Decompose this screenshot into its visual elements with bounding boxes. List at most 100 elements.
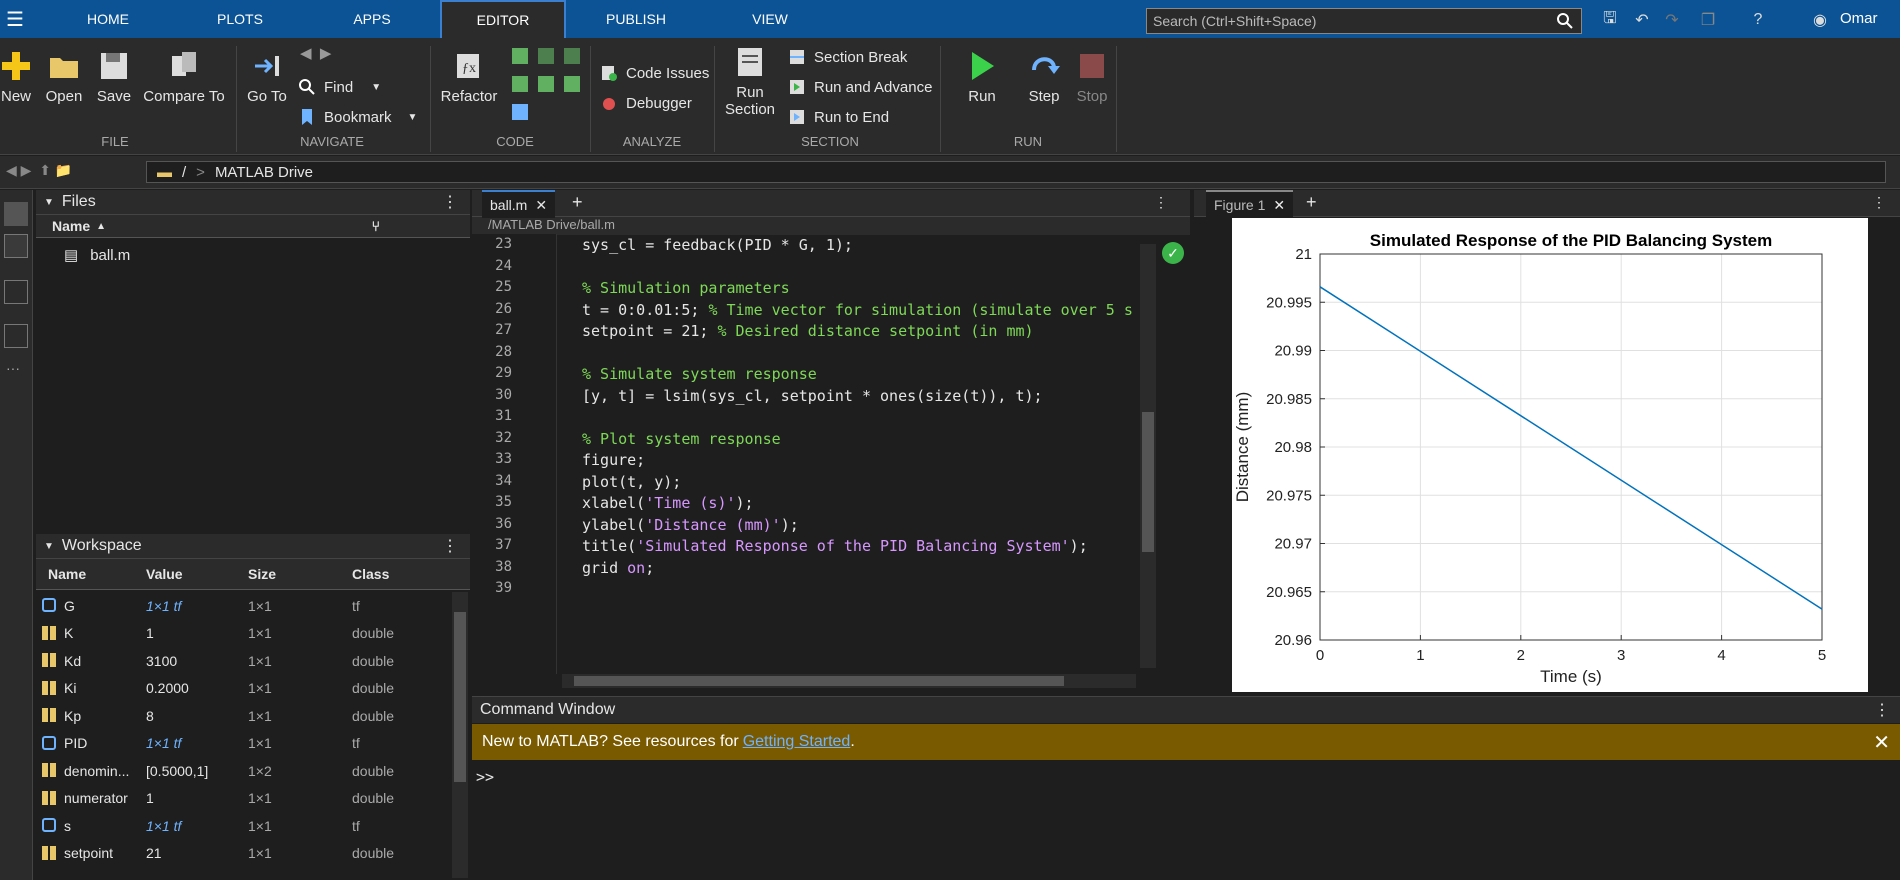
table-row[interactable]: Kd 3100 1×1 double bbox=[36, 647, 450, 674]
code-line[interactable]: % Plot system response bbox=[582, 430, 1136, 448]
matrix-icon bbox=[42, 763, 56, 777]
collapse-icon[interactable]: ▼ bbox=[44, 197, 54, 208]
close-icon[interactable]: ✕ bbox=[1873, 730, 1890, 755]
table-row[interactable]: G 1×1 tf 1×1 tf bbox=[36, 592, 450, 619]
code-line[interactable]: t = 0:0.01:5; % Time vector for simulati… bbox=[582, 301, 1136, 319]
tab-plots[interactable]: PLOTS bbox=[190, 0, 290, 38]
code-issues-button[interactable]: Code Issues bbox=[600, 64, 709, 82]
hamburger-menu-icon[interactable]: ☰ bbox=[0, 0, 30, 38]
help-icon[interactable]: ? bbox=[1746, 8, 1770, 32]
addons-icon[interactable] bbox=[4, 324, 28, 348]
redo-icon[interactable]: ↷ bbox=[1660, 8, 1684, 32]
code-line[interactable]: xlabel('Time (s)'); bbox=[582, 494, 1136, 512]
bookmark-button[interactable]: Bookmark ▼ bbox=[298, 108, 417, 126]
figure-canvas[interactable]: 0 1 2 3 4 5 20.96 20.965 20.97 20.975 20.98 20.985 2… bbox=[1232, 218, 1868, 692]
more-icon[interactable]: ··· bbox=[6, 360, 20, 376]
new-tab-icon[interactable]: + bbox=[1306, 192, 1317, 213]
code-line[interactable]: sys_cl = feedback(PID * G, 1); bbox=[582, 236, 1136, 254]
refactor-button[interactable]: ƒx Refactor bbox=[440, 50, 498, 105]
panel-menu-icon[interactable]: ⋮ bbox=[442, 536, 458, 556]
run-button[interactable]: Run bbox=[964, 50, 1000, 105]
line-number: 25 bbox=[495, 279, 512, 295]
ws-col-name[interactable]: Name bbox=[48, 566, 86, 582]
step-button[interactable]: Step bbox=[1024, 50, 1064, 105]
table-row[interactable]: Ki 0.2000 1×1 double bbox=[36, 675, 450, 702]
tab-home[interactable]: HOME bbox=[58, 0, 158, 38]
code-line[interactable]: plot(t, y); bbox=[582, 473, 1136, 491]
tab-view[interactable]: VIEW bbox=[720, 0, 820, 38]
run-advance-button[interactable]: Run and Advance bbox=[788, 78, 932, 96]
panel-menu-icon[interactable]: ⋮ bbox=[1874, 700, 1890, 720]
section-break-button[interactable]: Section Break bbox=[788, 48, 907, 66]
user-name[interactable]: Omar bbox=[1840, 10, 1878, 27]
panel-menu-icon[interactable]: ⋮ bbox=[442, 192, 458, 212]
code-line[interactable]: % Simulation parameters bbox=[582, 279, 1136, 297]
workspace-scrollbar[interactable] bbox=[452, 592, 468, 878]
close-icon[interactable]: ✕ bbox=[535, 197, 547, 214]
close-icon[interactable]: ✕ bbox=[1273, 197, 1285, 214]
ws-value: 1×1 tf bbox=[146, 817, 182, 834]
table-row[interactable]: numerator 1 1×1 double bbox=[36, 785, 450, 812]
code-line[interactable]: title('Simulated Response of the PID Bal… bbox=[582, 537, 1136, 555]
tab-publish[interactable]: PUBLISH bbox=[586, 0, 686, 38]
files-col-name[interactable]: Name bbox=[52, 218, 90, 234]
code-line[interactable]: setpoint = 21; % Desired distance setpoi… bbox=[582, 322, 1136, 340]
save-button[interactable]: Save bbox=[94, 50, 134, 105]
collapse-icon[interactable]: ▼ bbox=[44, 541, 54, 552]
getting-started-link[interactable]: Getting Started bbox=[743, 733, 851, 751]
open-button[interactable]: Open bbox=[44, 50, 84, 105]
goto-button[interactable]: Go To bbox=[244, 50, 290, 105]
back-forward-icons[interactable]: ◀ ▶ ⬆ 📁 bbox=[6, 162, 72, 179]
table-row[interactable]: denomin... [0.5000,1] 1×2 double bbox=[36, 757, 450, 784]
code-line[interactable]: grid on; bbox=[582, 559, 1136, 577]
find-button[interactable]: Find ▼ bbox=[298, 78, 381, 96]
table-row[interactable]: Kp 8 1×1 double bbox=[36, 702, 450, 729]
path-folder[interactable]: MATLAB Drive bbox=[215, 164, 313, 181]
ws-col-class[interactable]: Class bbox=[352, 566, 389, 582]
path-root[interactable]: / bbox=[182, 164, 186, 181]
editor-tab[interactable]: ball.m ✕ bbox=[482, 190, 556, 218]
debugger-button[interactable]: Debugger bbox=[600, 94, 692, 112]
scroll-thumb[interactable] bbox=[454, 612, 466, 782]
editor-hscrollbar[interactable] bbox=[562, 674, 1136, 688]
code-tools-grid[interactable] bbox=[510, 46, 584, 124]
workspace-panel-icon[interactable] bbox=[4, 234, 28, 258]
undo-icon[interactable]: ↶ bbox=[1630, 8, 1654, 32]
new-button[interactable]: New bbox=[0, 50, 32, 105]
code-line[interactable]: % Simulate system response bbox=[582, 365, 1136, 383]
table-row[interactable]: K 1 1×1 double bbox=[36, 620, 450, 647]
run-section-button[interactable]: Run Section bbox=[722, 46, 778, 118]
account-icon[interactable]: ◉ bbox=[1808, 8, 1832, 32]
files-panel-icon[interactable] bbox=[4, 202, 28, 226]
stop-button[interactable]: Stop bbox=[1072, 50, 1112, 105]
compare-button[interactable]: Compare To bbox=[142, 50, 226, 105]
code-line[interactable]: [y, t] = lsim(sys_cl, setpoint * ones(si… bbox=[582, 387, 1136, 405]
run-to-end-button[interactable]: Run to End bbox=[788, 108, 889, 126]
current-folder-path[interactable]: ▬ / > MATLAB Drive bbox=[146, 161, 1886, 183]
apps-icon[interactable] bbox=[4, 280, 28, 304]
ws-col-size[interactable]: Size bbox=[248, 566, 276, 582]
new-tab-icon[interactable]: + bbox=[572, 192, 583, 213]
code-line[interactable]: ylabel('Distance (mm)'); bbox=[582, 516, 1136, 534]
tab-editor[interactable]: EDITOR bbox=[440, 0, 566, 38]
table-row[interactable]: setpoint 21 1×1 double bbox=[36, 840, 450, 867]
nav-arrows[interactable]: ◀ ▶ bbox=[300, 44, 331, 62]
panel-menu-icon[interactable]: ⋮ bbox=[1872, 194, 1886, 211]
panel-menu-icon[interactable]: ⋮ bbox=[1154, 194, 1168, 211]
command-prompt[interactable]: >> bbox=[476, 768, 494, 786]
file-item[interactable]: ▤ ball.m bbox=[64, 246, 130, 265]
search-input[interactable]: Search (Ctrl+Shift+Space) bbox=[1146, 8, 1582, 34]
scroll-thumb[interactable] bbox=[574, 676, 1064, 686]
source-control-icon[interactable]: ⑂ bbox=[372, 218, 380, 234]
table-row[interactable]: s 1×1 tf 1×1 tf bbox=[36, 812, 450, 839]
save-icon[interactable]: 🖫 bbox=[1598, 8, 1622, 32]
editor-vscrollbar[interactable] bbox=[1140, 244, 1156, 668]
code-line[interactable]: figure; bbox=[582, 451, 1136, 469]
ws-col-value[interactable]: Value bbox=[146, 566, 183, 582]
code-ok-icon[interactable]: ✓ bbox=[1162, 242, 1184, 264]
tab-apps[interactable]: APPS bbox=[322, 0, 422, 38]
clipboard-icon[interactable]: ❐ bbox=[1696, 8, 1720, 32]
figure-tab[interactable]: Figure 1 ✕ bbox=[1206, 190, 1294, 218]
table-row[interactable]: PID 1×1 tf 1×1 tf bbox=[36, 730, 450, 757]
scroll-thumb[interactable] bbox=[1142, 412, 1154, 552]
